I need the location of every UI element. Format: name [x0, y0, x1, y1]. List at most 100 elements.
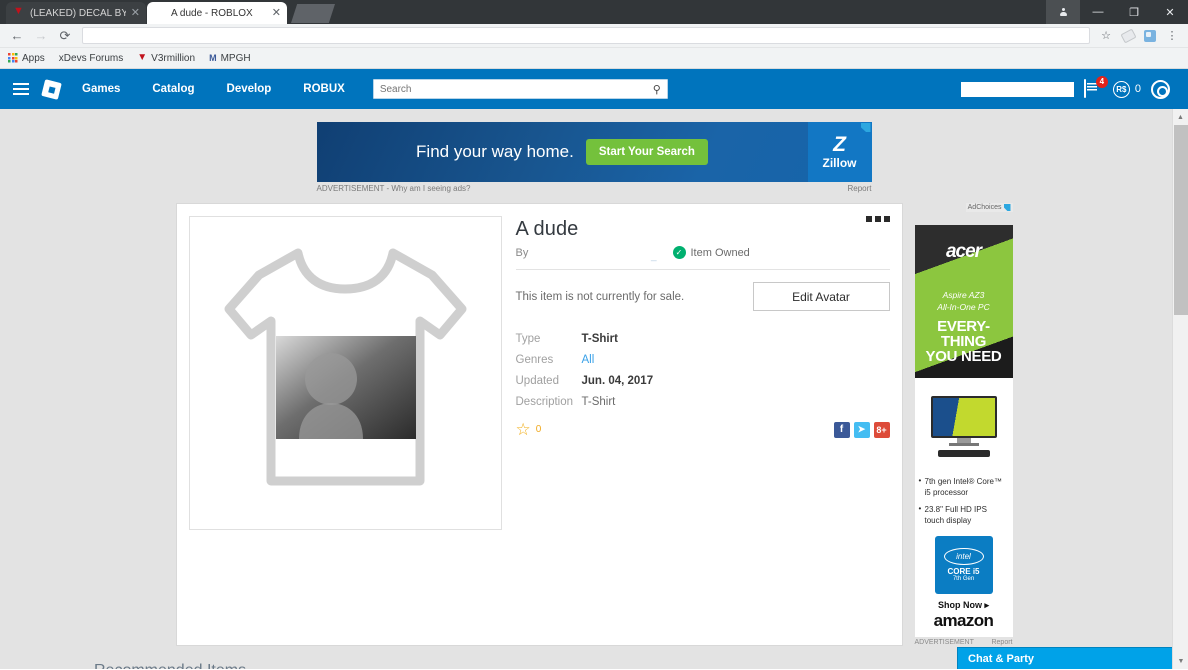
- acer-ad[interactable]: acer Aspire AZ3 All-In-One PC EVERY- THI…: [914, 225, 1013, 637]
- forward-button: →: [34, 28, 48, 43]
- robux-balance[interactable]: R$ 0: [1112, 80, 1141, 98]
- nav-link-robux[interactable]: ROBUX: [287, 83, 361, 95]
- page-viewport: Games Catalog Develop ROBUX ⚲ 4 R$ 0: [0, 69, 1188, 669]
- edit-avatar-button[interactable]: Edit Avatar: [752, 282, 890, 311]
- item-thumbnail[interactable]: [188, 216, 502, 530]
- nav-link-catalog[interactable]: Catalog: [136, 83, 210, 95]
- card-footer: ☆ 0 f ➤ 8+: [516, 417, 890, 438]
- zillow-wordmark: Zillow: [822, 156, 857, 170]
- section-title: Recommended Items: [94, 662, 1096, 669]
- v3rmillion-icon: ▼: [137, 52, 148, 63]
- acer-product-image: [914, 378, 1013, 470]
- extension-blue-icon[interactable]: [1140, 26, 1160, 46]
- hamburger-icon[interactable]: [6, 69, 36, 109]
- messages-icon[interactable]: 4: [1083, 75, 1108, 99]
- recommended-items-section: Recommended Items: [92, 662, 1096, 669]
- main-content-row: A dude By ✓ Item Owned This item is not …: [0, 193, 1188, 646]
- spec-value: T-Shirt: [581, 396, 616, 408]
- intel-badge-icon: intel CORE i5 7th Gen: [934, 536, 993, 594]
- spec-key: Updated: [515, 375, 559, 387]
- browser-tab-2[interactable]: A dude - ROBLOX ✕: [147, 2, 287, 24]
- acer-headline: EVERY- THING YOU NEED: [915, 319, 1013, 364]
- mpgh-icon: M: [209, 53, 217, 63]
- report-ad-link[interactable]: Report: [847, 184, 871, 193]
- banner-content: Find your way home. Start Your Search: [317, 122, 808, 182]
- back-button[interactable]: ←: [6, 25, 28, 47]
- overflow-menu-icon[interactable]: [865, 216, 890, 222]
- banner-headline: Find your way home.: [416, 142, 574, 161]
- scroll-down-arrow[interactable]: ▼: [1173, 653, 1188, 669]
- report-ad-link[interactable]: Report: [991, 639, 1012, 646]
- by-label: By: [515, 246, 529, 259]
- advertisement-disclaimer[interactable]: ADVERTISEMENT - Why am I seeing ads?: [317, 184, 471, 193]
- bookmark-label: MPGH: [220, 52, 251, 64]
- zillow-brand-block: Z Zillow: [807, 122, 872, 182]
- star-icon[interactable]: ☆: [516, 421, 531, 438]
- spec-key: Genres: [515, 354, 554, 366]
- bookmark-mpgh[interactable]: M MPGH: [209, 53, 251, 64]
- bookmark-v3rmillion[interactable]: ▼ V3rmillion: [137, 53, 195, 64]
- chat-and-party-bar[interactable]: Chat & Party ▼: [957, 647, 1188, 669]
- close-icon[interactable]: ✕: [272, 7, 281, 19]
- banner-cta-button[interactable]: Start Your Search: [585, 139, 708, 165]
- bookmark-xdevs-forums[interactable]: xDevs Forums: [59, 53, 123, 64]
- page-title: A dude: [515, 218, 579, 240]
- acer-product-name: Aspire AZ3 All-In-One PC: [915, 289, 1013, 313]
- address-bar[interactable]: [82, 27, 1090, 44]
- creator-name[interactable]: [577, 246, 663, 262]
- spec-value: T-Shirt: [581, 333, 618, 345]
- nav-link-develop[interactable]: Develop: [211, 83, 288, 95]
- search-input[interactable]: ⚲: [372, 79, 668, 99]
- spec-row-description: Description T-Shirt: [516, 396, 890, 408]
- advertisement-label: ADVERTISEMENT: [914, 639, 974, 646]
- twitter-share-button[interactable]: ➤: [853, 421, 870, 438]
- close-icon[interactable]: ✕: [131, 7, 140, 19]
- extension-tag-icon[interactable]: [1118, 26, 1138, 46]
- page-scrollbar[interactable]: ▲ ▼: [1172, 109, 1188, 669]
- close-window-button[interactable]: ✕: [1152, 0, 1188, 24]
- tab-strip: (LEAKED) DECAL BYPASS ✕ A dude - ROBLOX …: [0, 0, 1188, 24]
- acer-feature-list: 7th gen Intel® Core™ i5 processor 23.8" …: [914, 470, 1013, 536]
- roblox-logo[interactable]: [36, 69, 66, 109]
- feature-item: 7th gen Intel® Core™ i5 processor: [919, 475, 1009, 498]
- bookmark-star-icon[interactable]: ☆: [1096, 26, 1116, 46]
- adchoices-button[interactable]: AdChoices: [965, 203, 1013, 212]
- robux-icon: R$: [1112, 80, 1130, 98]
- bookmarks-bar: Apps xDevs Forums ▼ V3rmillion M MPGH: [0, 48, 1188, 69]
- window-controls: — ❐ ✕: [1046, 0, 1188, 24]
- minimize-button[interactable]: —: [1080, 0, 1116, 24]
- restore-button[interactable]: ❐: [1116, 0, 1152, 24]
- status-badge: ✓ Item Owned: [672, 246, 750, 259]
- amazon-wordmark: amazon: [914, 611, 1013, 637]
- zillow-logo-icon: Z: [833, 133, 846, 156]
- googleplus-share-button[interactable]: 8+: [873, 421, 890, 438]
- divider: [515, 269, 890, 270]
- profile-icon[interactable]: [1046, 0, 1080, 24]
- sidebar-ad-region: AdChoices acer Aspire AZ3 All-In-One PC …: [914, 203, 1013, 646]
- sidebar-ad-footer: ADVERTISEMENT Report: [915, 637, 1013, 646]
- new-tab-button[interactable]: [291, 4, 335, 23]
- facebook-share-button[interactable]: f: [833, 421, 850, 438]
- spec-value-link[interactable]: All: [582, 354, 595, 366]
- favorite-control[interactable]: ☆ 0: [516, 421, 542, 438]
- robux-amount: 0: [1134, 83, 1141, 95]
- chrome-browser-window: (LEAKED) DECAL BYPASS ✕ A dude - ROBLOX …: [0, 0, 1188, 670]
- creator-row: By ✓ Item Owned: [515, 246, 890, 262]
- scroll-up-arrow[interactable]: ▲: [1173, 109, 1188, 125]
- browser-tab-1[interactable]: (LEAKED) DECAL BYPASS ✕: [6, 2, 146, 24]
- search-icon[interactable]: ⚲: [653, 83, 661, 96]
- bookmark-apps[interactable]: Apps: [8, 53, 45, 64]
- nav-link-games[interactable]: Games: [66, 83, 136, 95]
- favorites-count: 0: [535, 424, 542, 435]
- search-field[interactable]: [379, 83, 653, 95]
- tshirt-template-graphic: [224, 248, 466, 485]
- spec-row-genres: Genres All: [516, 354, 890, 366]
- scrollbar-thumb[interactable]: [1174, 125, 1188, 315]
- gear-icon[interactable]: [1151, 79, 1170, 99]
- zillow-banner-ad[interactable]: Find your way home. Start Your Search Z …: [316, 122, 872, 182]
- reload-button[interactable]: ⟳: [54, 25, 76, 47]
- shop-now-link[interactable]: Shop Now ▸: [914, 600, 1013, 611]
- chrome-menu-icon[interactable]: ⋮: [1162, 26, 1182, 46]
- username-display[interactable]: [960, 81, 1074, 97]
- roblox-favicon: [155, 8, 166, 19]
